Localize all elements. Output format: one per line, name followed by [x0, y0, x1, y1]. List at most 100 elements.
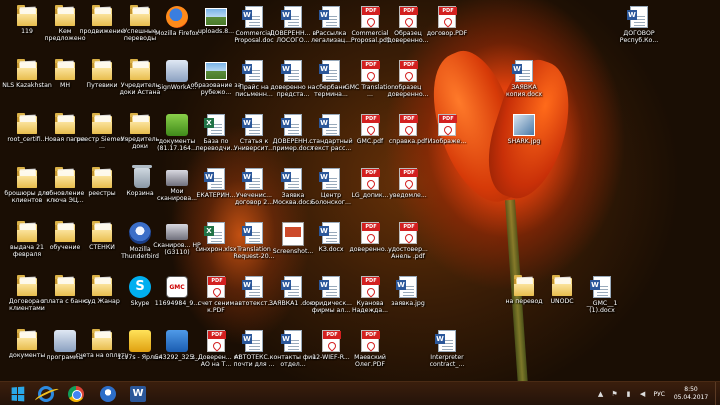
- desktop-icon-label: удостовер... Анель .pdf: [388, 246, 428, 260]
- flag-icon[interactable]: ⚑: [610, 389, 620, 399]
- word-document-icon: W: [281, 60, 302, 82]
- folder-icon: [92, 275, 112, 296]
- folder-icon: [55, 5, 75, 26]
- thunderbird-icon: [129, 222, 151, 244]
- pdf-icon: PDF: [399, 114, 418, 136]
- pdf-icon: PDF: [361, 6, 380, 28]
- desktop-icon[interactable]: PDF договор.PDF: [420, 2, 474, 56]
- folder-icon: [55, 275, 75, 296]
- word-document-icon: W: [590, 276, 611, 298]
- word-document-icon: W: [242, 330, 263, 352]
- taskbar-internet-explorer[interactable]: [32, 384, 60, 404]
- word-document-icon: W: [242, 222, 263, 244]
- folder-icon: [17, 5, 37, 26]
- folder-icon: [17, 329, 37, 350]
- desktop-icon[interactable]: W ЗАЯВКА копия.docx: [497, 56, 551, 110]
- desktop-icon[interactable]: W ДОГОВОР Респуб.Ко...: [612, 2, 666, 56]
- desktop-icon-label: __GMC__1 (1).docx: [586, 300, 618, 314]
- folder-icon: [130, 113, 150, 134]
- desktop-icon-label: заявка.jpg: [391, 300, 425, 307]
- folder-icon: [17, 59, 37, 80]
- system-tray: ▲ ⚑ ▮ ◀ РУС 8:50 05.04.2017: [594, 382, 720, 405]
- desktop-background: 119 Кем предложено продвижение Успешные пер…: [0, 0, 720, 381]
- clock[interactable]: 8:50 05.04.2017: [669, 386, 713, 402]
- show-hidden-icons-icon[interactable]: ▲: [596, 389, 606, 399]
- pdf-icon: PDF: [361, 60, 380, 82]
- internet-explorer-icon: [38, 386, 54, 402]
- word-document-icon: W: [281, 6, 302, 28]
- word-document-icon: W: [242, 6, 263, 28]
- desktop-icon-label: уведомле...: [389, 192, 427, 199]
- folder-icon: [514, 275, 534, 296]
- shortcut-icon: [166, 60, 188, 82]
- word-document-icon: W: [319, 6, 340, 28]
- pdf-icon: PDF: [399, 6, 418, 28]
- shortcut-icon: [54, 330, 76, 352]
- image-file-icon: [205, 8, 227, 26]
- folder-icon: [92, 167, 112, 188]
- folder-icon: [92, 5, 112, 26]
- volume-icon[interactable]: ◀: [638, 389, 648, 399]
- desktop-icon[interactable]: PDF Изображе...: [420, 110, 474, 164]
- language-indicator[interactable]: РУС: [654, 391, 665, 398]
- desktop-icon[interactable]: SHARK.jpg: [497, 110, 551, 164]
- scanner-icon: [166, 224, 188, 240]
- desktop-icon[interactable]: W __GMC__1 (1).docx: [575, 272, 629, 326]
- pdf-icon: PDF: [438, 6, 457, 28]
- pdf-icon: PDF: [399, 168, 418, 190]
- folder-icon: [17, 221, 37, 242]
- taskbar-thunderbird[interactable]: [94, 384, 122, 404]
- image-file-icon: [166, 330, 188, 352]
- desktop-icon[interactable]: PDF Маевский Олег.PDF: [343, 326, 397, 380]
- network-icon[interactable]: ▮: [624, 389, 634, 399]
- pdf-icon: PDF: [399, 222, 418, 244]
- word-document-icon: W: [242, 168, 263, 190]
- desktop-icon-label: образец доверенно...: [387, 84, 429, 98]
- desktop-icon[interactable]: PDF удостовер... Анель .pdf: [381, 218, 435, 272]
- desktop-icon-label: Interpreter contract_...: [429, 354, 465, 368]
- pdf-icon: PDF: [399, 60, 418, 82]
- word-icon: W: [130, 386, 146, 402]
- word-document-icon: W: [242, 114, 263, 136]
- desktop-icon-label: договор.PDF: [426, 30, 468, 37]
- image-file-icon: [205, 62, 227, 80]
- pdf-icon: PDF: [322, 330, 341, 352]
- word-document-icon: W: [512, 60, 533, 82]
- folder-icon: [92, 59, 112, 80]
- word-document-icon: W: [319, 276, 340, 298]
- pdf-icon: PDF: [361, 276, 380, 298]
- pdf-icon: PDF: [207, 276, 226, 298]
- show-desktop-button[interactable]: [715, 382, 720, 405]
- word-document-icon: W: [319, 60, 340, 82]
- desktop-icon[interactable]: PDF уведомле...: [381, 164, 435, 218]
- taskbar-word[interactable]: W: [124, 384, 152, 404]
- word-document-icon: W: [319, 168, 340, 190]
- desktop-icon[interactable]: PDF образец доверенно...: [381, 56, 435, 110]
- desktop-icon[interactable]: W Interpreter contract_...: [420, 326, 474, 380]
- word-document-icon: W: [281, 114, 302, 136]
- desktop-icon-label: Маевский Олег.PDF: [354, 354, 386, 368]
- thunderbird-icon: [100, 386, 116, 402]
- desktop-icon-label: SHARK.jpg: [507, 138, 541, 145]
- excel-icon: [204, 222, 225, 244]
- pdf-icon: PDF: [207, 330, 226, 352]
- folder-icon: [130, 59, 150, 80]
- word-document-icon: W: [319, 222, 340, 244]
- start-button[interactable]: [4, 384, 32, 404]
- skype-icon: S: [129, 276, 151, 298]
- word-document-icon: W: [242, 60, 263, 82]
- clock-time: 8:50: [684, 386, 698, 393]
- folder-icon: [55, 59, 75, 80]
- pdf-icon: PDF: [361, 222, 380, 244]
- clock-date: 05.04.2017: [673, 394, 709, 401]
- image-file-icon: [513, 114, 535, 136]
- taskbar: W ▲ ⚑ ▮ ◀ РУС 8:50 05.04.2017: [0, 381, 720, 405]
- chrome-icon: [68, 386, 84, 402]
- taskbar-chrome[interactable]: [62, 384, 90, 404]
- folder-icon: [552, 275, 572, 296]
- word-document-icon: W: [627, 6, 648, 28]
- folder-icon: [92, 329, 112, 350]
- network-folder-icon: [166, 114, 188, 136]
- word-document-icon: W: [242, 276, 263, 298]
- desktop-icon[interactable]: Wзаявка.jpg: [381, 272, 435, 326]
